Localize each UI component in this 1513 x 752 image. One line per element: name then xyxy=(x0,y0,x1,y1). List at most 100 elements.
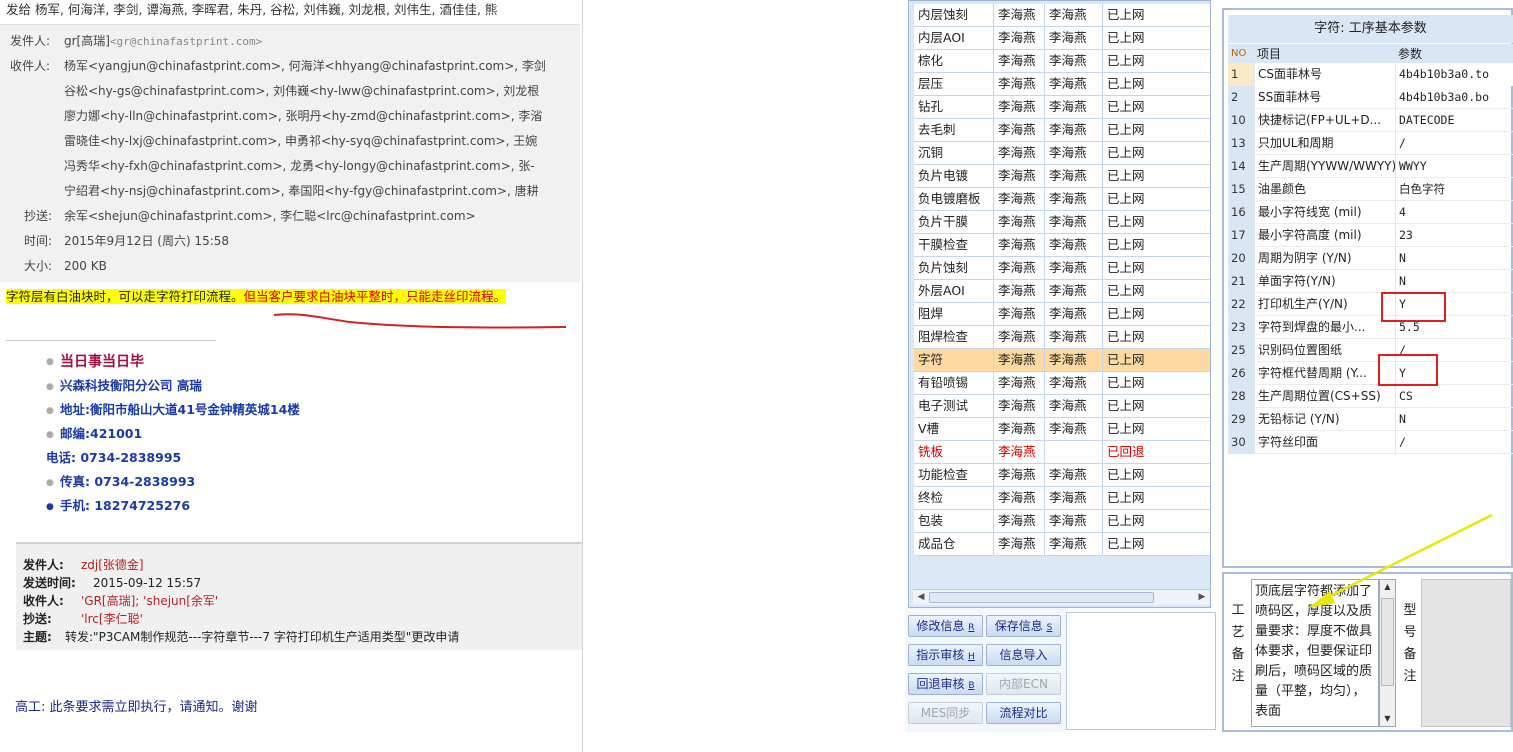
process-status: 已上网 xyxy=(1103,280,1210,303)
signature-separator xyxy=(6,340,216,341)
param-row[interactable]: 15 油墨颜色 白色字符 xyxy=(1228,178,1513,201)
param-no: 2 xyxy=(1228,86,1254,109)
param-row[interactable]: 14 生产周期(YYWW/WWYY) WWYY xyxy=(1228,155,1513,178)
forwarded-header: 发件人: zdj[张德金] 发送时间: 2015-09-12 15:57 收件人: '… xyxy=(16,542,582,650)
rollback-review-button[interactable]: 回退审核 B xyxy=(908,673,983,695)
to-line-2[interactable]: 廖力娜<hy-lln@chinafastprint.com>, 张明丹<hy-z… xyxy=(64,108,542,124)
flow-compare-button[interactable]: 流程对比 xyxy=(986,702,1061,724)
process-row[interactable]: 字符 李海燕 李海燕 已上网 xyxy=(914,349,1210,372)
to-line-4[interactable]: 冯秀华<hy-fxh@chinafastprint.com>, 龙勇<hy-lo… xyxy=(64,158,535,174)
process-row[interactable]: V槽 李海燕 李海燕 已上网 xyxy=(914,418,1210,441)
process-operator-a: 李海燕 xyxy=(994,27,1045,50)
param-panel-title: 字符: 工序基本参数 xyxy=(1228,15,1513,43)
instruct-review-button[interactable]: 指示审核 H xyxy=(908,644,983,666)
process-row[interactable]: 沉铜 李海燕 李海燕 已上网 xyxy=(914,142,1210,165)
modify-info-button[interactable]: 修改信息 R xyxy=(908,615,983,637)
process-operator-b: 李海燕 xyxy=(1045,326,1103,349)
process-name: 内层蚀刻 xyxy=(914,4,994,27)
process-row[interactable]: 铣板 李海燕 已回退 xyxy=(914,441,1210,464)
process-row[interactable]: 层压 李海燕 李海燕 已上网 xyxy=(914,73,1210,96)
process-row[interactable]: 负片蚀刻 李海燕 李海燕 已上网 xyxy=(914,257,1210,280)
size-value: 200 KB xyxy=(64,259,107,273)
param-row[interactable]: 13 只加UL和周期 / xyxy=(1228,132,1513,155)
process-row[interactable]: 成品仓 李海燕 李海燕 已上网 xyxy=(914,533,1210,556)
param-row[interactable]: 17 最小字符高度 (mil) 23 xyxy=(1228,224,1513,247)
process-row[interactable]: 功能检查 李海燕 李海燕 已上网 xyxy=(914,464,1210,487)
send-to-line: 发给 杨军, 何海洋, 李剑, 谭海燕, 李晖君, 朱丹, 谷松, 刘伟巍, 刘… xyxy=(6,2,498,17)
process-row[interactable]: 终检 李海燕 李海燕 已上网 xyxy=(914,487,1210,510)
param-row[interactable]: 28 生产周期位置(CS+SS) CS xyxy=(1228,385,1513,408)
to-line-0[interactable]: 杨军<yangjun@chinafastprint.com>, 何海洋<hhya… xyxy=(64,59,546,73)
process-row[interactable]: 包装 李海燕 李海燕 已上网 xyxy=(914,510,1210,533)
from-address[interactable]: <gr@chinafastprint.com> xyxy=(110,35,262,48)
process-name: 内层AOI xyxy=(914,27,994,50)
process-row[interactable]: 电子测试 李海燕 李海燕 已上网 xyxy=(914,395,1210,418)
note-part1: 字符层有白油块时，可以走字符打印流程。 xyxy=(6,289,244,304)
from-value: gr[高瑞] xyxy=(64,34,110,48)
to-line-5[interactable]: 宁绍君<hy-nsj@chinafastprint.com>, 奉国阳<hy-f… xyxy=(64,183,539,199)
process-row[interactable]: 干膜检查 李海燕 李海燕 已上网 xyxy=(914,234,1210,257)
process-row[interactable]: 阻焊 李海燕 李海燕 已上网 xyxy=(914,303,1210,326)
process-row[interactable]: 棕化 李海燕 李海燕 已上网 xyxy=(914,50,1210,73)
param-row[interactable]: 22 打印机生产(Y/N) Y xyxy=(1228,293,1513,316)
scroll-left-arrow-icon[interactable]: ◀ xyxy=(914,590,928,605)
param-item: 字符丝印面 xyxy=(1254,431,1395,454)
param-row[interactable]: 1 CS面菲林号 4b4b10b3a0.to xyxy=(1228,63,1513,86)
param-row[interactable]: 10 快捷标记(FP+UL+D... DATECODE xyxy=(1228,109,1513,132)
param-row[interactable]: 25 识别码位置图纸 / xyxy=(1228,339,1513,362)
param-item: 最小字符线宽 (mil) xyxy=(1254,201,1395,224)
process-name: 电子测试 xyxy=(914,395,994,418)
process-status: 已上网 xyxy=(1103,73,1210,96)
process-row[interactable]: 阻焊检查 李海燕 李海燕 已上网 xyxy=(914,326,1210,349)
process-status: 已上网 xyxy=(1103,234,1210,257)
param-row[interactable]: 16 最小字符线宽 (mil) 4 xyxy=(1228,201,1513,224)
param-row[interactable]: 30 字符丝印面 / xyxy=(1228,431,1513,454)
cc-value[interactable]: 余军<shejun@chinafastprint.com>, 李仁聪<lrc@c… xyxy=(64,209,476,223)
scroll-right-arrow-icon[interactable]: ▶ xyxy=(1195,590,1209,605)
fwd-subject-row: 主题: 转发:"P3CAM制作规范---字符章节---7 字符打印机生产适用类型"… xyxy=(23,630,460,644)
scroll-down-arrow-icon[interactable]: ▼ xyxy=(1380,712,1395,726)
internal-ecn-button[interactable]: 内部ECN xyxy=(986,673,1061,695)
to-line-1[interactable]: 谷松<hy-gs@chinafastprint.com>, 刘伟巍<hy-lww… xyxy=(64,83,539,99)
process-operator-a: 李海燕 xyxy=(994,326,1045,349)
param-value: CS xyxy=(1395,385,1513,408)
signature-company: ● 兴森科技衡阳分公司 高瑞 xyxy=(46,378,202,393)
fwd-date-row: 发送时间: 2015-09-12 15:57 xyxy=(23,576,202,590)
param-row[interactable]: 20 周期为阴字 (Y/N) N xyxy=(1228,247,1513,270)
process-row[interactable]: 去毛刺 李海燕 李海燕 已上网 xyxy=(914,119,1210,142)
closing-message: 高工: 此条要求需立即执行，请通知。谢谢 xyxy=(15,700,258,715)
param-value: N xyxy=(1395,247,1513,270)
process-status: 已上网 xyxy=(1103,188,1210,211)
process-row[interactable]: 钻孔 李海燕 李海燕 已上网 xyxy=(914,96,1210,119)
mes-sync-button[interactable]: MES同步 xyxy=(908,702,983,724)
signature-fax: ● 传真: 0734-2838993 xyxy=(46,474,196,489)
to-line-3[interactable]: 雷晓佳<hy-lxj@chinafastprint.com>, 申勇祁<hy-s… xyxy=(64,133,537,149)
save-info-button[interactable]: 保存信息 S xyxy=(986,615,1061,637)
param-row[interactable]: 23 字符到焊盘的最小... 5.5 xyxy=(1228,316,1513,339)
param-row[interactable]: 21 单面字符(Y/N) N xyxy=(1228,270,1513,293)
param-no: 10 xyxy=(1228,109,1254,132)
param-row[interactable]: 29 无铅标记 (Y/N) N xyxy=(1228,408,1513,431)
process-row[interactable]: 有铅喷锡 李海燕 李海燕 已上网 xyxy=(914,372,1210,395)
scroll-thumb[interactable] xyxy=(929,592,1154,603)
process-operator-a: 李海燕 xyxy=(994,349,1045,372)
process-name: 干膜检查 xyxy=(914,234,994,257)
process-row[interactable]: 负电镀磨板 李海燕 李海燕 已上网 xyxy=(914,188,1210,211)
param-item: CS面菲林号 xyxy=(1254,63,1395,86)
process-row[interactable]: 负片电镀 李海燕 李海燕 已上网 xyxy=(914,165,1210,188)
process-name: 负片电镀 xyxy=(914,165,994,188)
param-value: / xyxy=(1395,132,1513,155)
process-list-hscrollbar[interactable]: ◀ ▶ xyxy=(913,589,1210,605)
process-row[interactable]: 外层AOI 李海燕 李海燕 已上网 xyxy=(914,280,1210,303)
process-operator-a: 李海燕 xyxy=(994,50,1045,73)
process-notes-label: 工艺备注 xyxy=(1231,603,1245,684)
param-row[interactable]: 26 字符框代替周期 (Y... Y xyxy=(1228,362,1513,385)
info-import-button[interactable]: 信息导入 xyxy=(986,644,1061,666)
process-row[interactable]: 负片干膜 李海燕 李海燕 已上网 xyxy=(914,211,1210,234)
process-name: 终检 xyxy=(914,487,994,510)
param-no: 15 xyxy=(1228,178,1254,201)
process-row[interactable]: 内层蚀刻 李海燕 李海燕 已上网 xyxy=(914,4,1210,27)
signature-phone: 电话: 0734-2838995 xyxy=(46,450,182,465)
process-row[interactable]: 内层AOI 李海燕 李海燕 已上网 xyxy=(914,27,1210,50)
param-row[interactable]: 2 SS面菲林号 4b4b10b3a0.bo xyxy=(1228,86,1513,109)
